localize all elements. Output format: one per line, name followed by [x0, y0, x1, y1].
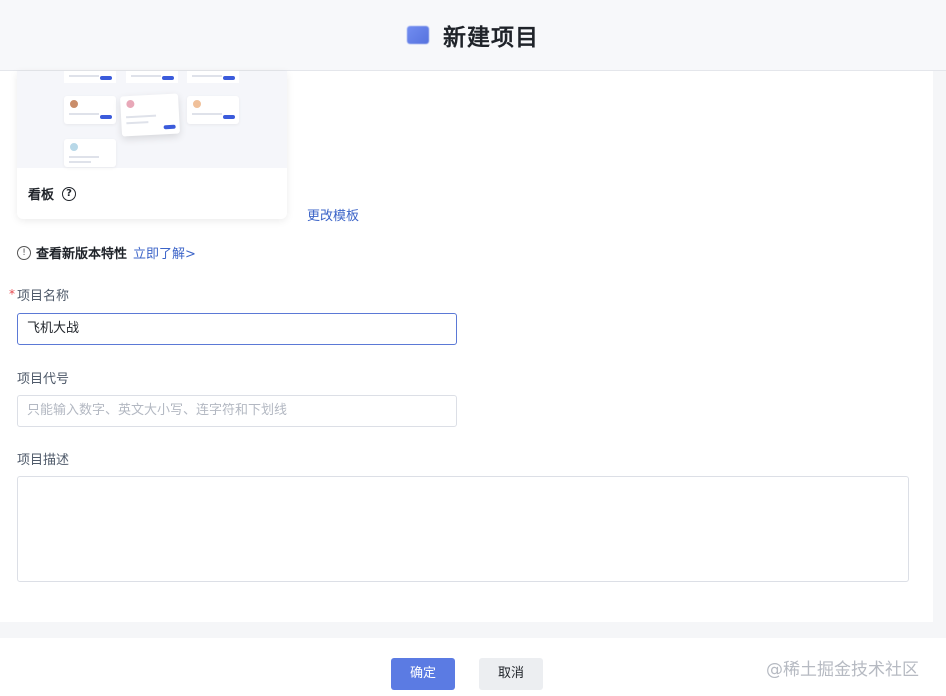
feature-notice: ! 查看新版本特性 立即了解>	[17, 243, 196, 262]
dialog-header: 新建项目	[0, 0, 946, 71]
project-description-label: 项目描述	[17, 453, 70, 468]
project-name-input[interactable]: 飞机大战	[17, 313, 457, 345]
project-description-textarea[interactable]	[17, 476, 909, 582]
question-help-icon[interactable]: ?	[62, 186, 77, 201]
project-name-label: 项目名称	[17, 289, 70, 304]
preview-card	[126, 71, 178, 83]
template-card-footer: 看板 ?	[17, 168, 287, 219]
template-name: 看板	[28, 188, 55, 203]
preview-card	[64, 71, 116, 83]
change-template-link[interactable]: 更改模板	[307, 205, 359, 224]
template-card[interactable]: 看板 ?	[17, 71, 287, 219]
preview-card	[187, 96, 239, 124]
preview-card	[187, 71, 239, 83]
preview-card	[64, 139, 116, 167]
project-code-label: 项目代号	[17, 372, 70, 387]
learn-more-link[interactable]: 立即了解>	[133, 243, 196, 262]
dialog-title: 新建项目	[443, 25, 539, 51]
dialog-footer: 确定 取消 @稀土掘金技术社区	[0, 638, 946, 696]
form-panel: 看板 ? 更改模板 ! 查看新版本特性 立即了解> * 项目名称 飞机大战 项目…	[0, 71, 933, 622]
preview-card	[64, 96, 116, 124]
confirm-button[interactable]: 确定	[391, 658, 455, 690]
cancel-button[interactable]: 取消	[479, 658, 543, 690]
preview-card-dragging	[119, 93, 181, 137]
info-icon: !	[17, 245, 31, 260]
project-code-input[interactable]: 只能输入数字、英文大小写、连字符和下划线	[17, 395, 457, 427]
watermark: @稀土掘金技术社区	[766, 660, 919, 680]
feature-notice-text: 查看新版本特性	[36, 247, 128, 262]
required-mark: *	[9, 287, 15, 301]
template-preview-image	[17, 71, 287, 168]
project-logo-icon	[407, 26, 429, 44]
